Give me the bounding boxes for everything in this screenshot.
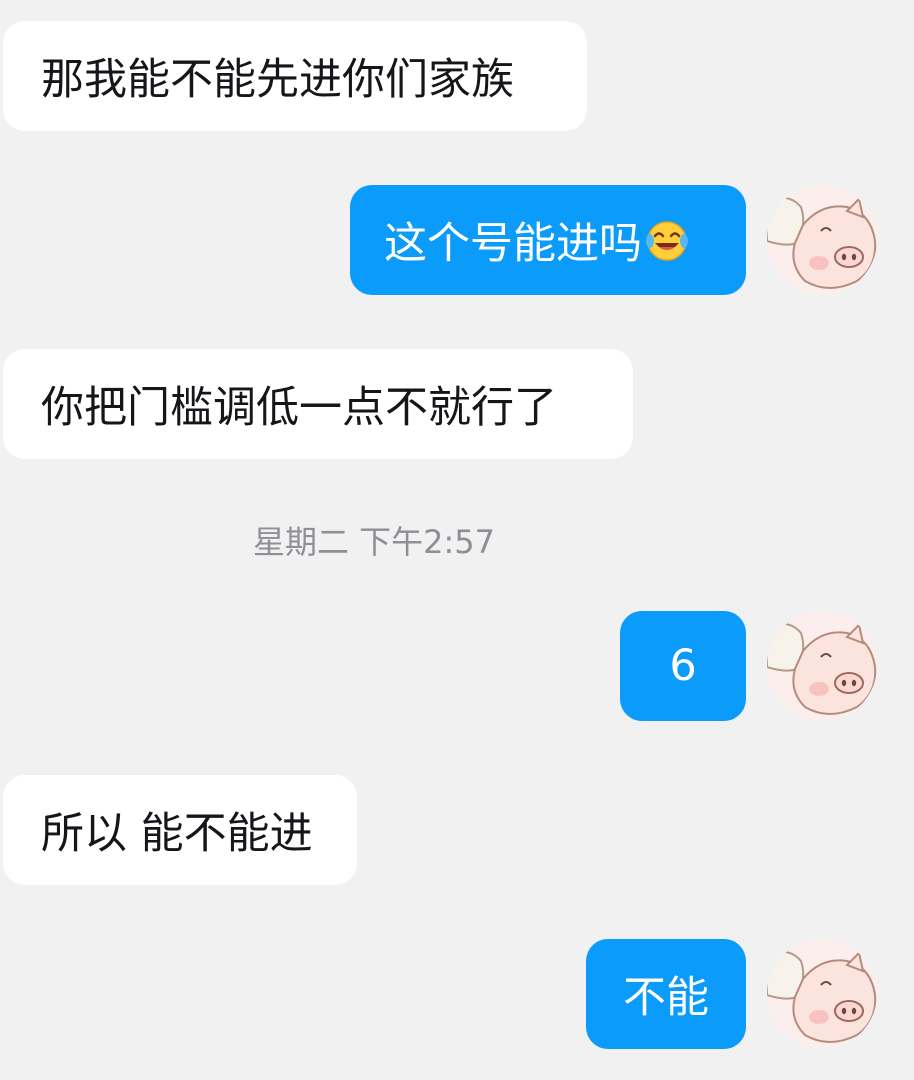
message-text: 这个号能进吗 — [384, 219, 642, 269]
incoming-message-bubble[interactable]: 所以 能不能进 — [3, 775, 357, 885]
pig-avatar-icon[interactable] — [767, 185, 877, 295]
message-text: 那我能不能先进你们家族 — [41, 55, 514, 105]
outgoing-message-bubble[interactable]: 不能 — [586, 939, 746, 1049]
pig-avatar-icon[interactable] — [767, 939, 877, 1049]
message-text: 你把门槛调低一点不就行了 — [41, 383, 557, 433]
outgoing-message-bubble[interactable]: 6 — [620, 611, 746, 721]
timestamp: 星期二 下午2:57 — [252, 523, 496, 561]
message-text: 所以 能不能进 — [41, 809, 313, 859]
incoming-message-bubble[interactable]: 那我能不能先进你们家族 — [3, 21, 587, 131]
outgoing-message-bubble[interactable]: 这个号能进吗 — [350, 185, 746, 295]
pig-icon — [767, 939, 877, 1049]
chat-view: 那我能不能先进你们家族 这个号能进吗 你把门槛调低一点不就行了 星期二 下午2:… — [0, 0, 914, 1080]
tears-of-joy-emoji-icon — [646, 221, 688, 261]
pig-icon — [767, 185, 877, 295]
pig-avatar-icon[interactable] — [767, 611, 877, 721]
pig-icon — [767, 611, 877, 721]
incoming-message-bubble[interactable]: 你把门槛调低一点不就行了 — [3, 349, 633, 459]
message-text: 6 — [669, 641, 697, 691]
message-text: 不能 — [623, 973, 709, 1023]
